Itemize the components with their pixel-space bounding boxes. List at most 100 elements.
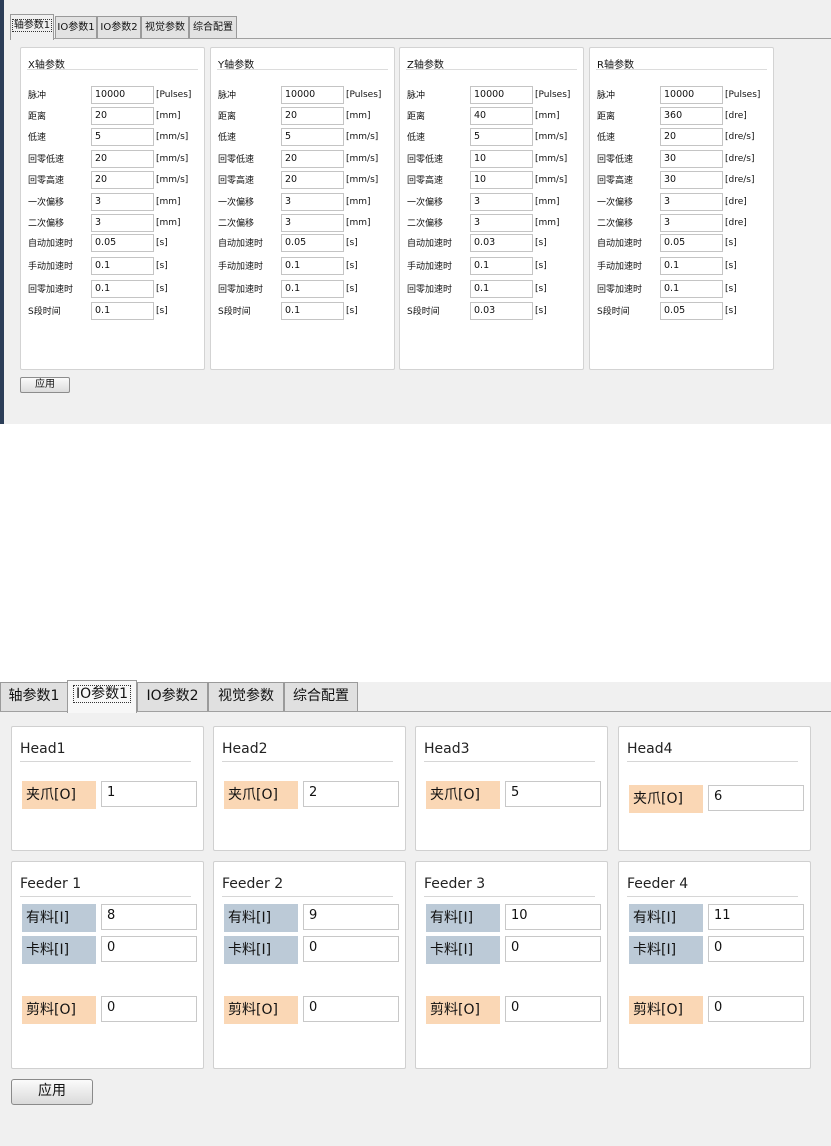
tab-io-params-1[interactable]: IO参数1 — [67, 680, 137, 713]
material-jam-input[interactable]: 0 — [505, 936, 601, 962]
gripper-label: 夹爪[O] — [22, 781, 96, 809]
material-present-input[interactable]: 10 — [505, 904, 601, 930]
cut-material-input[interactable]: 0 — [303, 996, 399, 1022]
param-value-input[interactable]: 20 — [91, 171, 154, 189]
param-value-input[interactable]: 3 — [470, 193, 533, 211]
material-jam-input[interactable]: 0 — [708, 936, 804, 962]
material-present-input[interactable]: 9 — [303, 904, 399, 930]
param-label: 二次偏移 — [218, 219, 255, 229]
group-title-divider — [222, 761, 393, 762]
material-jam-input[interactable]: 0 — [101, 936, 197, 962]
param-value-input[interactable]: 30 — [660, 171, 723, 189]
param-value-input[interactable]: 0.1 — [281, 302, 344, 320]
param-unit: [s] — [725, 306, 737, 316]
material-present-label: 有料[I] — [426, 904, 500, 932]
param-row: 低速 5 [mm/s] — [400, 128, 583, 148]
param-label: 回零加速时 — [218, 285, 264, 295]
tab-general-config[interactable]: 综合配置 — [189, 16, 237, 39]
param-value-input[interactable]: 0.1 — [470, 280, 533, 298]
tab-vision-params[interactable]: 视觉参数 — [141, 16, 189, 39]
param-row: S段时间 0.1 [s] — [211, 302, 394, 322]
material-present-input[interactable]: 11 — [708, 904, 804, 930]
param-value-input[interactable]: 0.05 — [660, 302, 723, 320]
param-value-input[interactable]: 5 — [281, 128, 344, 146]
param-value-input[interactable]: 0.03 — [470, 234, 533, 252]
head-1-group: Head1 夹爪[O] 1 — [11, 726, 204, 851]
tab-general-config[interactable]: 综合配置 — [284, 682, 358, 711]
param-row: 一次偏移 3 [dre] — [590, 193, 773, 213]
param-value-input[interactable]: 10000 — [470, 86, 533, 104]
param-unit: [s] — [535, 284, 547, 294]
param-value-input[interactable]: 10000 — [91, 86, 154, 104]
param-value-input[interactable]: 0.05 — [281, 234, 344, 252]
param-label: 回零高速 — [407, 176, 444, 186]
group-title-divider — [406, 69, 577, 70]
tab-vision-params[interactable]: 视觉参数 — [208, 682, 284, 711]
param-label: 手动加速时 — [597, 262, 643, 272]
param-value-input[interactable]: 3 — [281, 214, 344, 232]
material-jam-label: 卡料[I] — [224, 936, 298, 964]
param-value-input[interactable]: 0.1 — [91, 280, 154, 298]
param-unit: [s] — [535, 306, 547, 316]
apply-button[interactable]: 应用 — [11, 1079, 93, 1105]
gripper-input[interactable]: 6 — [708, 785, 804, 811]
param-value-input[interactable]: 20 — [660, 128, 723, 146]
param-value-input[interactable]: 3 — [91, 214, 154, 232]
param-value-input[interactable]: 3 — [470, 214, 533, 232]
tab-io-params-1[interactable]: IO参数1 — [55, 16, 97, 39]
param-value-input[interactable]: 360 — [660, 107, 723, 125]
param-value-input[interactable]: 3 — [660, 193, 723, 211]
tab-io-params-2[interactable]: IO参数2 — [97, 16, 141, 39]
param-row: 回零高速 30 [dre/s] — [590, 171, 773, 191]
feeder-4-group: Feeder 4 有料[I] 11 卡料[I] 0 剪料[O] 0 — [618, 861, 811, 1069]
gripper-input[interactable]: 5 — [505, 781, 601, 807]
param-value-input[interactable]: 0.05 — [660, 234, 723, 252]
param-value-input[interactable]: 40 — [470, 107, 533, 125]
gripper-input[interactable]: 1 — [101, 781, 197, 807]
param-value-input[interactable]: 10000 — [281, 86, 344, 104]
apply-button[interactable]: 应用 — [20, 377, 70, 393]
cut-material-input[interactable]: 0 — [505, 996, 601, 1022]
param-value-input[interactable]: 0.03 — [470, 302, 533, 320]
cut-material-input[interactable]: 0 — [101, 996, 197, 1022]
window-left-edge — [0, 0, 4, 424]
param-value-input[interactable]: 3 — [660, 214, 723, 232]
param-value-input[interactable]: 10000 — [660, 86, 723, 104]
param-value-input[interactable]: 0.1 — [91, 302, 154, 320]
tab-axis-params-1[interactable]: 轴参数1 — [10, 14, 54, 40]
param-value-input[interactable]: 0.1 — [660, 280, 723, 298]
param-value-input[interactable]: 20 — [91, 107, 154, 125]
param-value-input[interactable]: 0.05 — [91, 234, 154, 252]
param-value-input[interactable]: 10 — [470, 171, 533, 189]
param-value-input[interactable]: 20 — [281, 107, 344, 125]
param-value-input[interactable]: 3 — [281, 193, 344, 211]
param-value-input[interactable]: 30 — [660, 150, 723, 168]
gripper-input[interactable]: 2 — [303, 781, 399, 807]
param-value-input[interactable]: 20 — [91, 150, 154, 168]
param-value-input[interactable]: 3 — [91, 193, 154, 211]
param-value-input[interactable]: 10 — [470, 150, 533, 168]
param-value-input[interactable]: 0.1 — [91, 257, 154, 275]
param-label: 距离 — [407, 112, 426, 122]
group-title-divider — [27, 69, 198, 70]
param-label: 二次偏移 — [597, 219, 634, 229]
param-unit: [s] — [156, 238, 168, 248]
param-value-input[interactable]: 5 — [91, 128, 154, 146]
material-jam-input[interactable]: 0 — [303, 936, 399, 962]
param-row: 距离 20 [mm] — [21, 107, 204, 127]
cut-material-input[interactable]: 0 — [708, 996, 804, 1022]
param-value-input[interactable]: 20 — [281, 150, 344, 168]
tab-axis-params-1[interactable]: 轴参数1 — [0, 682, 68, 711]
param-unit: [s] — [156, 261, 168, 271]
param-value-input[interactable]: 0.1 — [470, 257, 533, 275]
material-jam-label: 卡料[I] — [629, 936, 703, 964]
param-value-input[interactable]: 0.1 — [660, 257, 723, 275]
param-value-input[interactable]: 0.1 — [281, 280, 344, 298]
param-value-input[interactable]: 20 — [281, 171, 344, 189]
param-value-input[interactable]: 5 — [470, 128, 533, 146]
param-value-input[interactable]: 0.1 — [281, 257, 344, 275]
cut-material-label: 剪料[O] — [426, 996, 500, 1024]
param-label: 回零高速 — [28, 176, 65, 186]
tab-io-params-2[interactable]: IO参数2 — [137, 682, 208, 711]
material-present-input[interactable]: 8 — [101, 904, 197, 930]
